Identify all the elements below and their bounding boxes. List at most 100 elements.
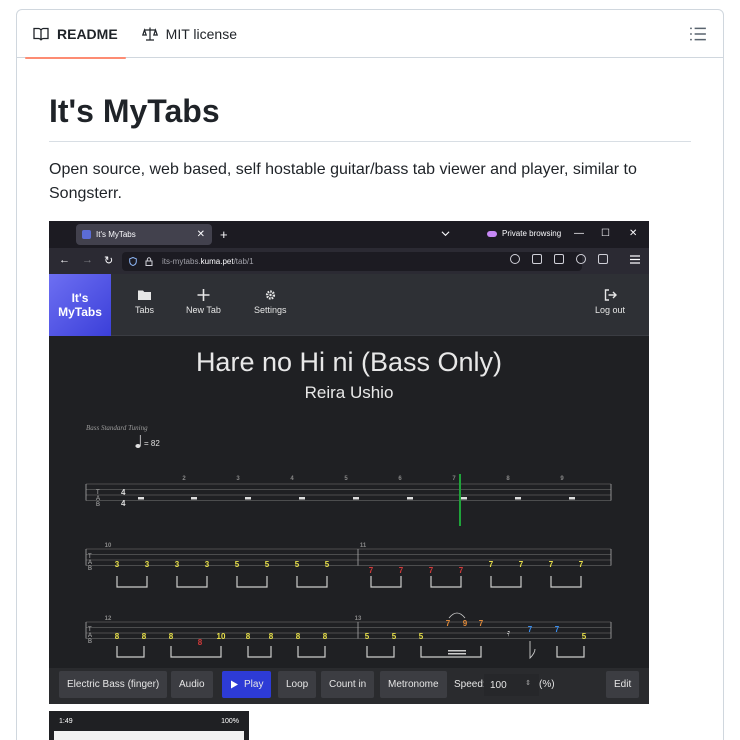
book-icon xyxy=(33,27,49,41)
tab-readme-label: README xyxy=(57,25,118,42)
browser-tab: It's MyTabs ✕ xyxy=(76,224,212,245)
bar-number: 11 xyxy=(360,543,367,549)
beam xyxy=(296,576,328,588)
tab-license[interactable]: MIT license xyxy=(134,10,245,58)
app-screenshot: It's MyTabs ✕ + Private browsing — ☐ ✕ ←… xyxy=(49,221,649,704)
forward-icon: → xyxy=(82,254,93,266)
list-icon[interactable] xyxy=(689,25,707,43)
beam xyxy=(170,646,222,658)
nav-tabs: Tabs xyxy=(135,289,154,315)
rest-mark xyxy=(353,497,359,500)
tie-mark xyxy=(448,612,466,619)
bar-number: 7 xyxy=(452,476,456,482)
shield-icon xyxy=(129,257,137,266)
metronome-button: Metronome xyxy=(380,671,447,698)
beam xyxy=(550,576,582,588)
fret-number: 7 xyxy=(459,566,464,575)
fret-number: 8 xyxy=(142,632,147,641)
status-time: 1:49 xyxy=(59,718,73,725)
logout-label: Log out xyxy=(595,305,626,315)
lock-icon xyxy=(145,257,153,266)
private-label: Private browsing xyxy=(502,229,562,238)
song-title: Hare no Hi ni (Bass Only) xyxy=(195,347,503,377)
maximize-icon: ☐ xyxy=(601,228,610,239)
speed-label: Speed: xyxy=(454,679,486,690)
minimize-icon: — xyxy=(574,228,584,239)
beam xyxy=(176,576,208,588)
beam xyxy=(116,576,148,588)
bar-number: 12 xyxy=(105,616,112,622)
beam xyxy=(370,576,402,588)
hamburger-menu-icon xyxy=(630,255,640,264)
nav-tabs-label: Tabs xyxy=(135,305,155,315)
fret-number: 8 xyxy=(269,632,274,641)
fret-number: 8 xyxy=(169,632,174,641)
play-label: Play xyxy=(244,679,264,690)
tab-readme[interactable]: README xyxy=(25,10,126,59)
app-logo: It's MyTabs xyxy=(49,274,111,336)
flag-mark xyxy=(529,641,536,660)
edit-button: Edit xyxy=(606,671,640,698)
page-title: It's MyTabs xyxy=(49,91,691,142)
fret-number: 5 xyxy=(325,560,330,569)
rest-mark xyxy=(515,497,521,500)
beam xyxy=(430,576,462,588)
folder-icon xyxy=(138,290,151,300)
fret-number: 7 xyxy=(369,566,374,575)
time-signature: 4 xyxy=(121,499,126,508)
rest-mark xyxy=(245,497,251,500)
rest-mark xyxy=(407,497,413,500)
fret-number: 7 xyxy=(528,625,533,634)
private-mode-icon xyxy=(598,254,608,264)
bookmark-star-icon xyxy=(510,254,520,264)
fret-number: 7 xyxy=(519,560,524,569)
scale-icon xyxy=(141,27,158,41)
fret-number: 3 xyxy=(115,560,120,569)
tempo-marking: = 82 xyxy=(135,435,160,448)
fret-number: 7 xyxy=(429,566,434,575)
fret-number: 8 xyxy=(246,632,251,641)
player-toolbar: Electric Bass (finger) Audio Play Loop C… xyxy=(49,668,649,704)
gear-icon xyxy=(265,290,275,300)
beam xyxy=(247,646,272,658)
beam xyxy=(448,650,466,652)
fret-number: 3 xyxy=(175,560,180,569)
extensions-icon xyxy=(554,254,564,264)
url-prefix: its-mytabs. xyxy=(162,257,201,266)
instrument-select: Electric Bass (finger) xyxy=(59,671,168,698)
nav-settings: Settings xyxy=(254,289,287,315)
nav-new-tab-label: New Tab xyxy=(186,305,221,315)
rest-mark xyxy=(569,497,575,500)
download-icon xyxy=(532,254,542,264)
bar-number: 13 xyxy=(355,616,362,622)
favicon-icon xyxy=(82,230,91,239)
beam xyxy=(297,646,326,658)
bar-number: 5 xyxy=(344,476,348,482)
fret-number: 8 xyxy=(198,638,203,647)
fret-number: 3 xyxy=(145,560,150,569)
song-artist: Reira Ushio xyxy=(304,383,394,402)
close-tab-icon: ✕ xyxy=(196,229,205,240)
readme-content: It's MyTabs Open source, web based, self… xyxy=(49,58,691,206)
browser-toolbar-icons xyxy=(510,254,608,264)
rest-mark xyxy=(191,497,197,500)
fret-number: 9 xyxy=(463,619,468,628)
fret-number: 8 xyxy=(115,632,120,641)
new-tab-icon: + xyxy=(220,227,228,242)
tab-clef: B xyxy=(88,566,92,572)
private-mask-icon xyxy=(487,230,497,237)
fret-number: 5 xyxy=(392,632,397,641)
logout-button: Log out xyxy=(595,289,625,315)
speed-input: 100 ⇕ xyxy=(484,674,539,696)
logo-line1: It's xyxy=(71,291,89,305)
fret-number: 5 xyxy=(295,560,300,569)
rest-mark: 𝄿 xyxy=(507,628,510,639)
beam xyxy=(116,646,145,658)
fret-number: 7 xyxy=(549,560,554,569)
fret-number: 5 xyxy=(365,632,370,641)
nav-settings-label: Settings xyxy=(254,305,287,315)
logout-icon xyxy=(604,289,617,301)
bar-number: 8 xyxy=(506,476,510,482)
beam xyxy=(366,646,395,658)
tab-license-label: MIT license xyxy=(165,25,237,42)
